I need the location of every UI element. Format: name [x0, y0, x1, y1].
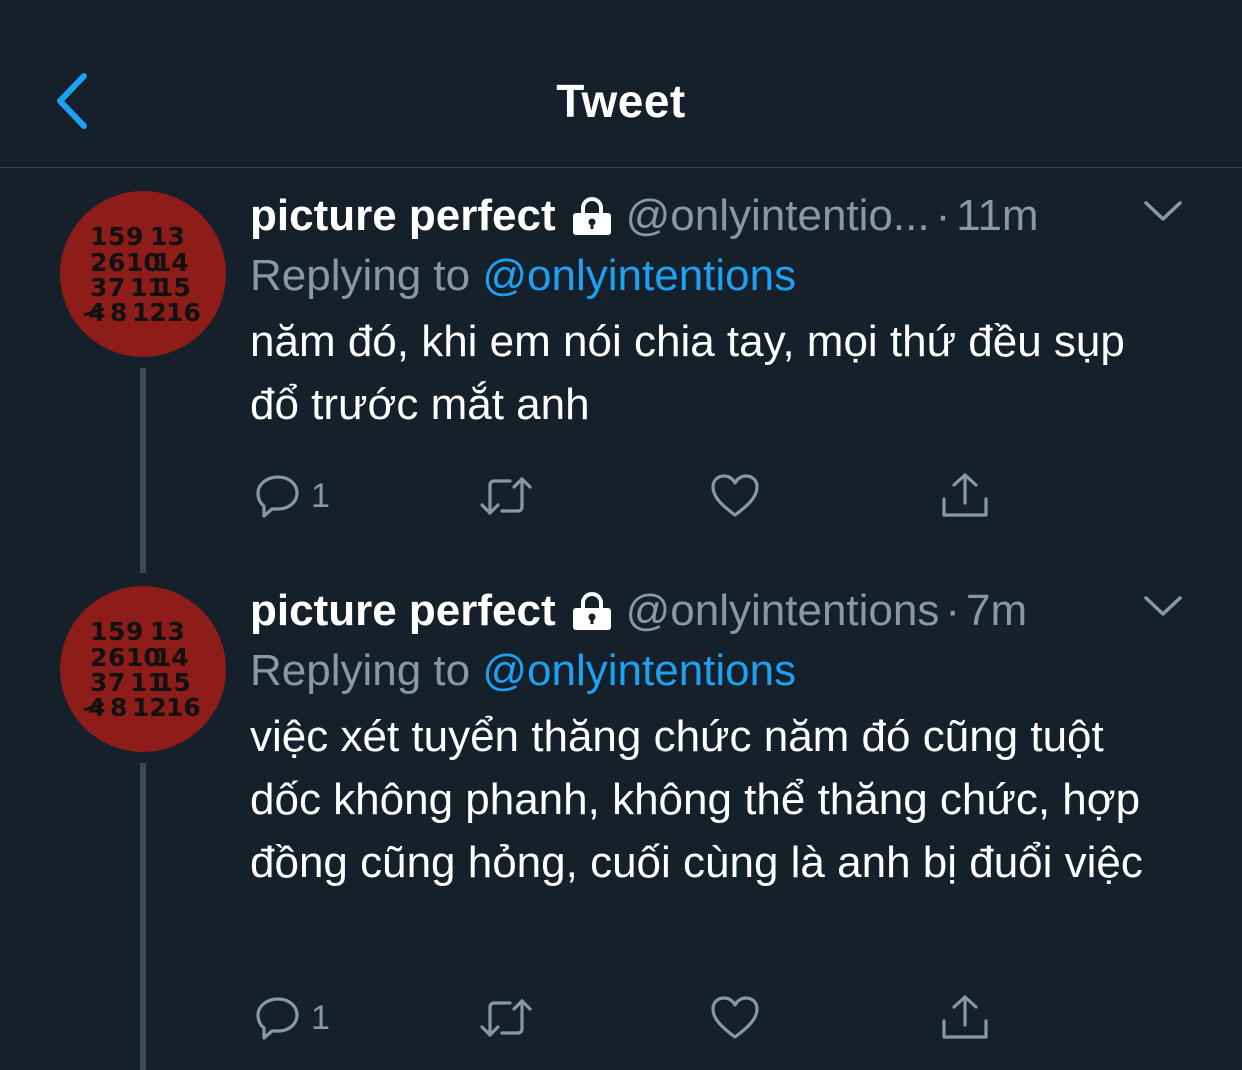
svg-text:13: 13 — [150, 222, 185, 251]
share-button[interactable] — [940, 466, 990, 526]
display-name[interactable]: picture perfect — [250, 586, 556, 635]
display-name[interactable]: picture perfect — [250, 191, 556, 240]
svg-text:16: 16 — [166, 298, 201, 327]
reply-count: 1 — [311, 476, 330, 515]
lock-icon — [570, 589, 614, 645]
tweet-actions: 1 — [250, 988, 1010, 1048]
tweet-text: năm đó, khi em nói chia tay, mọi thứ đều… — [250, 317, 1125, 429]
meta-separator: · — [945, 586, 961, 635]
chevron-down-icon — [1144, 201, 1182, 221]
avatar[interactable]: 1 5 9 13 2 6 10 14 3 7 11 15 4 8 12 16 — [60, 586, 226, 752]
svg-text:5: 5 — [108, 617, 125, 646]
replying-to-line: Replying to @onlyintentions — [250, 643, 796, 699]
svg-text:12: 12 — [132, 693, 167, 722]
retweet-icon — [480, 999, 532, 1037]
tweet-actions: 1 — [250, 466, 1010, 526]
svg-text:16: 16 — [166, 693, 201, 722]
comment-icon — [256, 997, 299, 1040]
svg-text:8: 8 — [110, 693, 127, 722]
user-handle[interactable]: @onlyintentio... — [626, 191, 930, 240]
reply-count: 1 — [311, 998, 330, 1037]
chevron-down-icon — [1144, 596, 1182, 616]
svg-text:8: 8 — [110, 298, 127, 327]
mention-link[interactable]: @onlyintentions — [482, 646, 796, 695]
mention-link[interactable]: @onlyintentions — [482, 251, 796, 300]
tweet-options-button[interactable] — [1140, 196, 1186, 226]
like-button[interactable] — [710, 466, 760, 526]
like-button[interactable] — [710, 988, 760, 1048]
heart-icon — [711, 996, 759, 1039]
retweet-icon — [480, 477, 532, 515]
tweet-text: việc xét tuyển thăng chức năm đó cũng tu… — [250, 712, 1143, 887]
user-handle[interactable]: @onlyintentions — [626, 586, 940, 635]
replying-to-label: Replying to — [250, 251, 471, 300]
comment-icon — [256, 475, 299, 518]
share-icon — [942, 473, 988, 517]
heart-icon — [711, 474, 759, 517]
thread-connector — [140, 763, 146, 1070]
avatar[interactable]: 1 5 9 13 2 6 10 14 3 7 11 15 4 8 12 16 — [60, 191, 226, 357]
tweet-options-button[interactable] — [1140, 591, 1186, 621]
meta-separator: · — [935, 191, 951, 240]
svg-text:13: 13 — [150, 617, 185, 646]
replying-to-label: Replying to — [250, 646, 471, 695]
tweet-header: picture perfect @onlyintentio... · 11m — [250, 188, 1039, 244]
tweet-timestamp[interactable]: 7m — [966, 586, 1027, 635]
avatar-number-grid: 1 5 9 13 2 6 10 14 3 7 11 15 4 8 12 16 — [83, 222, 201, 327]
share-icon — [942, 995, 988, 1039]
tweet-timestamp[interactable]: 11m — [956, 191, 1038, 240]
retweet-button[interactable] — [478, 466, 534, 526]
svg-text:9: 9 — [126, 617, 143, 646]
tweet[interactable]: 1 5 9 13 2 6 10 14 3 7 11 15 4 8 12 16 p… — [0, 188, 1242, 578]
reply-button[interactable]: 1 — [255, 466, 330, 526]
thread-connector — [140, 368, 146, 573]
reply-button[interactable]: 1 — [255, 988, 330, 1048]
share-button[interactable] — [940, 988, 990, 1048]
page-title: Tweet — [556, 75, 686, 127]
tweet[interactable]: 1 5 9 13 2 6 10 14 3 7 11 15 4 8 12 16 p… — [0, 583, 1242, 1070]
avatar-number-grid: 1 5 9 13 2 6 10 14 3 7 11 15 4 8 12 16 — [83, 617, 201, 722]
replying-to-line: Replying to @onlyintentions — [250, 248, 796, 304]
svg-text:1: 1 — [90, 617, 107, 646]
svg-text:5: 5 — [108, 222, 125, 251]
svg-text:9: 9 — [126, 222, 143, 251]
svg-text:12: 12 — [132, 298, 167, 327]
top-nav-bar: Tweet — [0, 0, 1242, 168]
retweet-button[interactable] — [478, 988, 534, 1048]
lock-icon — [570, 194, 614, 250]
svg-text:1: 1 — [90, 222, 107, 251]
tweet-header: picture perfect @onlyintentions · 7m — [250, 583, 1027, 639]
